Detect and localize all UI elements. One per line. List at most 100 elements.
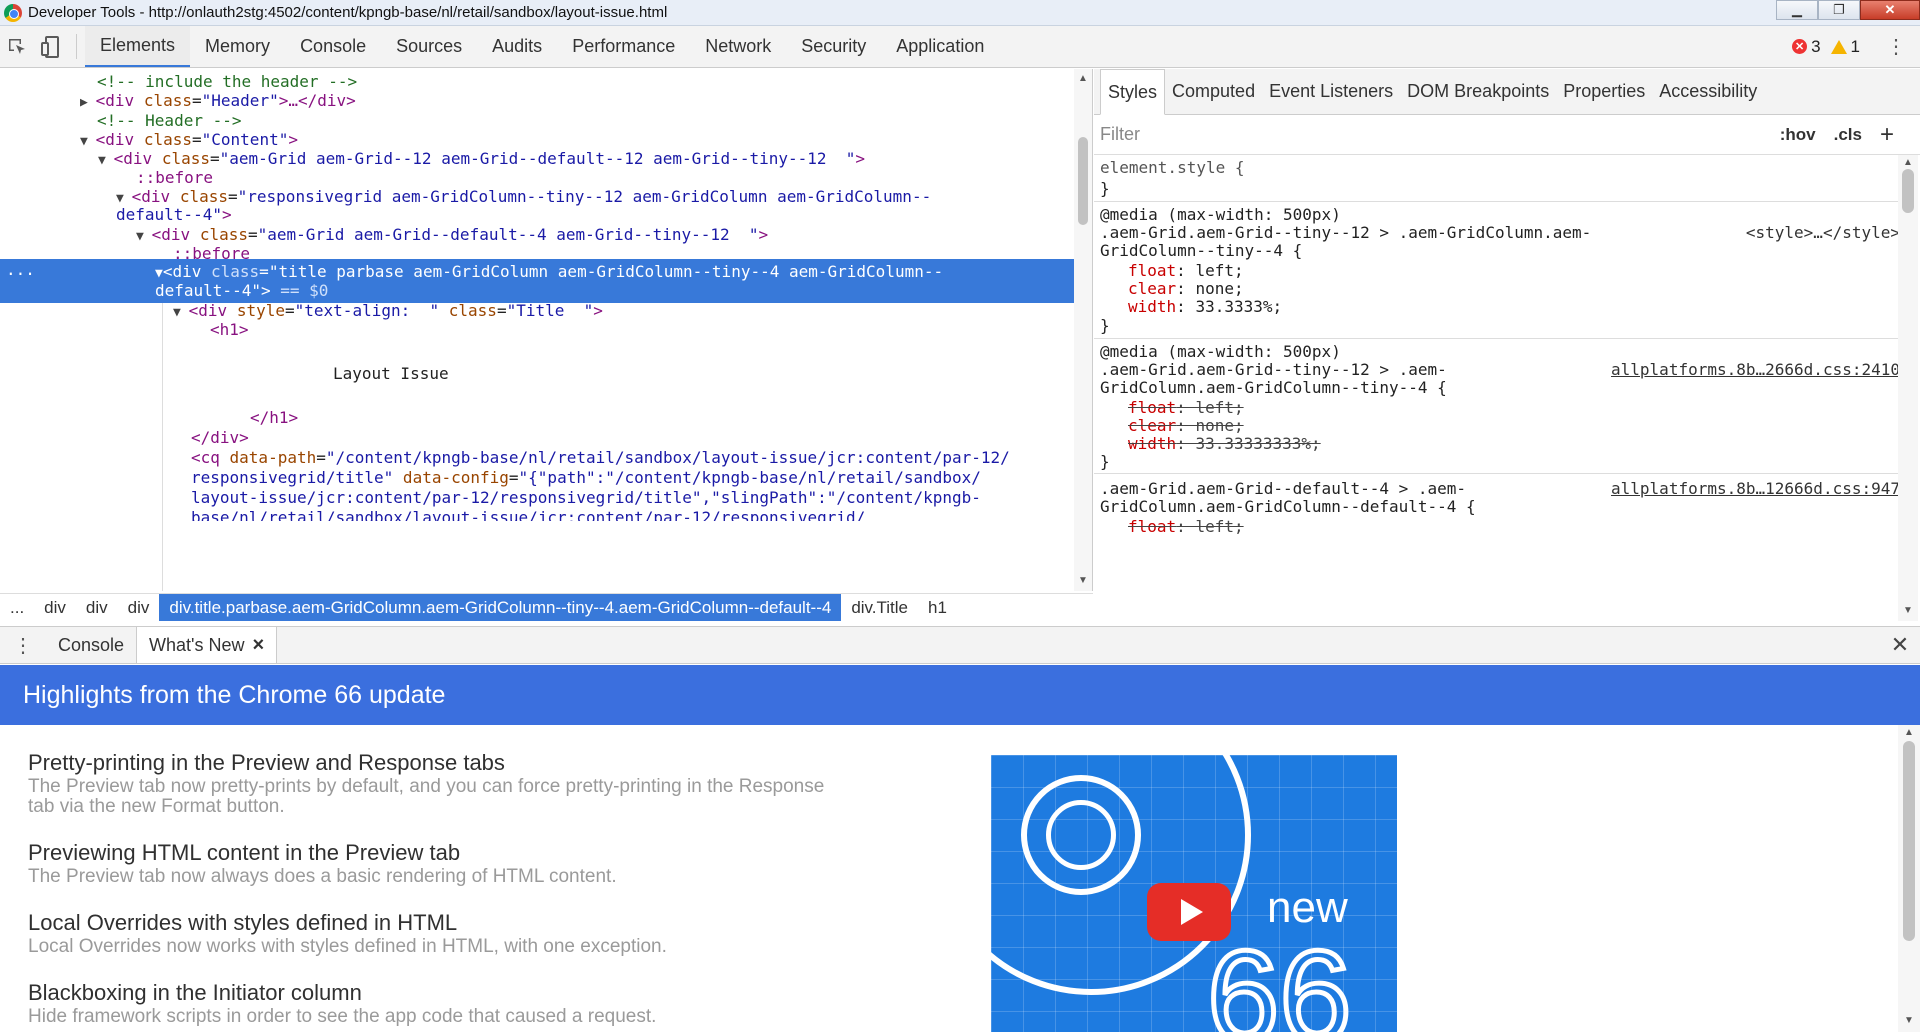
- error-icon: ✕: [1792, 39, 1808, 54]
- tab-accessibility[interactable]: Accessibility: [1652, 69, 1764, 114]
- dom-text-node[interactable]: Layout Issue: [0, 363, 1075, 385]
- close-drawer-icon[interactable]: ✕: [1880, 627, 1920, 663]
- rule-selector[interactable]: GridColumn.aem-GridColumn--tiny--4 {: [1100, 377, 1900, 399]
- feature-title[interactable]: Blackboxing in the Initiator column: [28, 979, 908, 1007]
- dom-node-cq-cont[interactable]: layout-issue/jcr:content/par-12/responsi…: [0, 487, 1075, 509]
- scrollbar-thumb[interactable]: [1902, 169, 1914, 213]
- chrome-icon: [4, 3, 22, 22]
- tab-styles[interactable]: Styles: [1100, 69, 1166, 115]
- scroll-down-icon[interactable]: ▼: [1903, 605, 1913, 616]
- feature-description: tab via the new Format button.: [28, 796, 285, 817]
- breadcrumb-item[interactable]: div.Title: [841, 594, 918, 621]
- devtools-toolbar: Elements Memory Console Sources Audits P…: [0, 26, 1920, 68]
- drawer-tab-label: What's New: [149, 634, 245, 655]
- dom-node-responsivegrid-cont[interactable]: default--4">: [0, 204, 1075, 226]
- collapse-triangle-icon[interactable]: ▼: [98, 153, 114, 168]
- customize-menu-icon[interactable]: ⋮: [1886, 37, 1906, 57]
- styles-filter-input[interactable]: Filter: [1100, 124, 1140, 145]
- class-toggle[interactable]: .cls: [1834, 125, 1862, 145]
- restore-button[interactable]: ❐: [1818, 0, 1860, 20]
- breadcrumb-item[interactable]: div: [118, 594, 160, 621]
- scrollbar-thumb[interactable]: [1078, 137, 1088, 225]
- feature-title[interactable]: Local Overrides with styles defined in H…: [28, 909, 908, 937]
- rule-divider: [1094, 201, 1900, 202]
- dom-node-h1-close[interactable]: </h1>: [0, 407, 1075, 429]
- tab-elements[interactable]: Elements: [85, 26, 191, 67]
- drawer-menu-icon[interactable]: ⋮: [0, 627, 46, 663]
- tab-dom-breakpoints[interactable]: DOM Breakpoints: [1400, 69, 1556, 114]
- error-counter[interactable]: ✕ 3: [1792, 36, 1821, 57]
- add-rule-icon[interactable]: +: [1880, 121, 1894, 149]
- dom-node-selected[interactable]: ... ▼<div class="title parbase aem-GridC…: [0, 259, 1075, 303]
- dom-node-div-close[interactable]: </div>: [0, 427, 1075, 449]
- drawer-tab-whats-new[interactable]: What's New ×: [136, 627, 278, 663]
- feature-title[interactable]: Previewing HTML content in the Preview t…: [28, 839, 908, 867]
- rule-close: }: [1100, 316, 1110, 335]
- video-thumbnail[interactable]: new 66: [991, 755, 1397, 1032]
- feature-description: Local Overrides now works with styles de…: [28, 936, 667, 957]
- node-actions-icon[interactable]: ...: [6, 259, 35, 281]
- collapse-triangle-icon[interactable]: ▼: [136, 229, 152, 244]
- feature-item: Pretty-printing in the Preview and Respo…: [28, 749, 908, 817]
- elements-tree: <!-- include the header --> ▶ <div class…: [0, 69, 1093, 591]
- rule-selector[interactable]: GridColumn.aem-GridColumn--default--4 {: [1100, 496, 1900, 518]
- whats-new-header: Highlights from the Chrome 66 update: [0, 665, 1920, 725]
- breadcrumb-ellipsis[interactable]: ...: [0, 594, 34, 621]
- chrome-ring-graphic: [1046, 800, 1116, 870]
- warning-counter[interactable]: 1: [1830, 37, 1860, 57]
- scroll-down-icon[interactable]: ▼: [1078, 575, 1088, 586]
- close-window-button[interactable]: ✕: [1860, 0, 1920, 20]
- minimize-button[interactable]: ▁: [1776, 0, 1818, 20]
- style-rules: element.style { } @media (max-width: 500…: [1094, 155, 1900, 621]
- rule-divider: [1094, 473, 1900, 474]
- scroll-up-icon[interactable]: ▲: [1904, 727, 1914, 738]
- tab-security[interactable]: Security: [786, 26, 881, 67]
- rule-selector[interactable]: element.style {: [1100, 157, 1900, 179]
- breadcrumb-item-selected[interactable]: div.title.parbase.aem-GridColumn.aem-Gri…: [159, 594, 842, 621]
- tab-performance[interactable]: Performance: [557, 26, 690, 67]
- dom-node-h1[interactable]: <h1>: [0, 319, 1075, 341]
- close-tab-icon[interactable]: ×: [253, 634, 265, 657]
- drawer-tab-console[interactable]: Console: [46, 627, 136, 663]
- error-count: 3: [1811, 36, 1821, 56]
- collapse-triangle-icon[interactable]: ▼: [173, 305, 189, 320]
- tab-memory[interactable]: Memory: [190, 26, 285, 67]
- breadcrumb-item[interactable]: div: [34, 594, 76, 621]
- device-toolbar-icon[interactable]: [34, 26, 68, 67]
- tab-console[interactable]: Console: [285, 26, 381, 67]
- feature-title[interactable]: Pretty-printing in the Preview and Respo…: [28, 749, 908, 777]
- hover-state-toggle[interactable]: :hov: [1780, 125, 1816, 145]
- tab-audits[interactable]: Audits: [477, 26, 557, 67]
- dom-node-cq[interactable]: <cq data-path="/content/kpngb-base/nl/re…: [0, 447, 1075, 469]
- window-title: Developer Tools - http://onlauth2stg:450…: [28, 4, 668, 21]
- feature-item: Previewing HTML content in the Preview t…: [28, 839, 908, 887]
- breadcrumb-item[interactable]: h1: [918, 594, 957, 621]
- dom-node-cq-cont[interactable]: responsivegrid/title" data-config="{"pat…: [0, 467, 1075, 489]
- inspect-element-icon[interactable]: [0, 26, 34, 67]
- styles-filter-bar: Filter :hov .cls +: [1094, 115, 1920, 155]
- rule-close: }: [1100, 179, 1110, 198]
- scrollbar-thumb[interactable]: [1903, 741, 1915, 941]
- collapse-triangle-icon[interactable]: ▼: [155, 266, 163, 281]
- css-property-overridden[interactable]: float: left;: [1100, 516, 1900, 538]
- scroll-up-icon[interactable]: ▲: [1903, 157, 1913, 168]
- styles-scrollbar[interactable]: ▲ ▼: [1898, 155, 1918, 621]
- expand-triangle-icon[interactable]: ▶: [80, 95, 96, 110]
- tab-properties[interactable]: Properties: [1556, 69, 1652, 114]
- collapse-triangle-icon[interactable]: ▼: [80, 134, 96, 149]
- rule-divider: [1094, 338, 1900, 339]
- scroll-down-icon[interactable]: ▼: [1904, 1015, 1914, 1026]
- breadcrumb: ... div div div div.title.parbase.aem-Gr…: [0, 593, 1093, 621]
- tab-event-listeners[interactable]: Event Listeners: [1262, 69, 1400, 114]
- breadcrumb-item[interactable]: div: [76, 594, 118, 621]
- tab-sources[interactable]: Sources: [381, 26, 477, 67]
- tab-network[interactable]: Network: [690, 26, 786, 67]
- scroll-up-icon[interactable]: ▲: [1078, 73, 1088, 84]
- tab-computed[interactable]: Computed: [1165, 69, 1262, 114]
- tab-application[interactable]: Application: [881, 26, 999, 67]
- elements-scrollbar[interactable]: ▲ ▼: [1074, 69, 1092, 591]
- whats-new-scrollbar[interactable]: ▲ ▼: [1898, 725, 1920, 1032]
- feature-description: The Preview tab now always does a basic …: [28, 866, 617, 887]
- rule-selector[interactable]: GridColumn--tiny--4 {: [1100, 240, 1900, 262]
- dom-node-cq-cont[interactable]: base/nl/retail/sandbox/layout-issue/jcr:…: [0, 507, 1075, 521]
